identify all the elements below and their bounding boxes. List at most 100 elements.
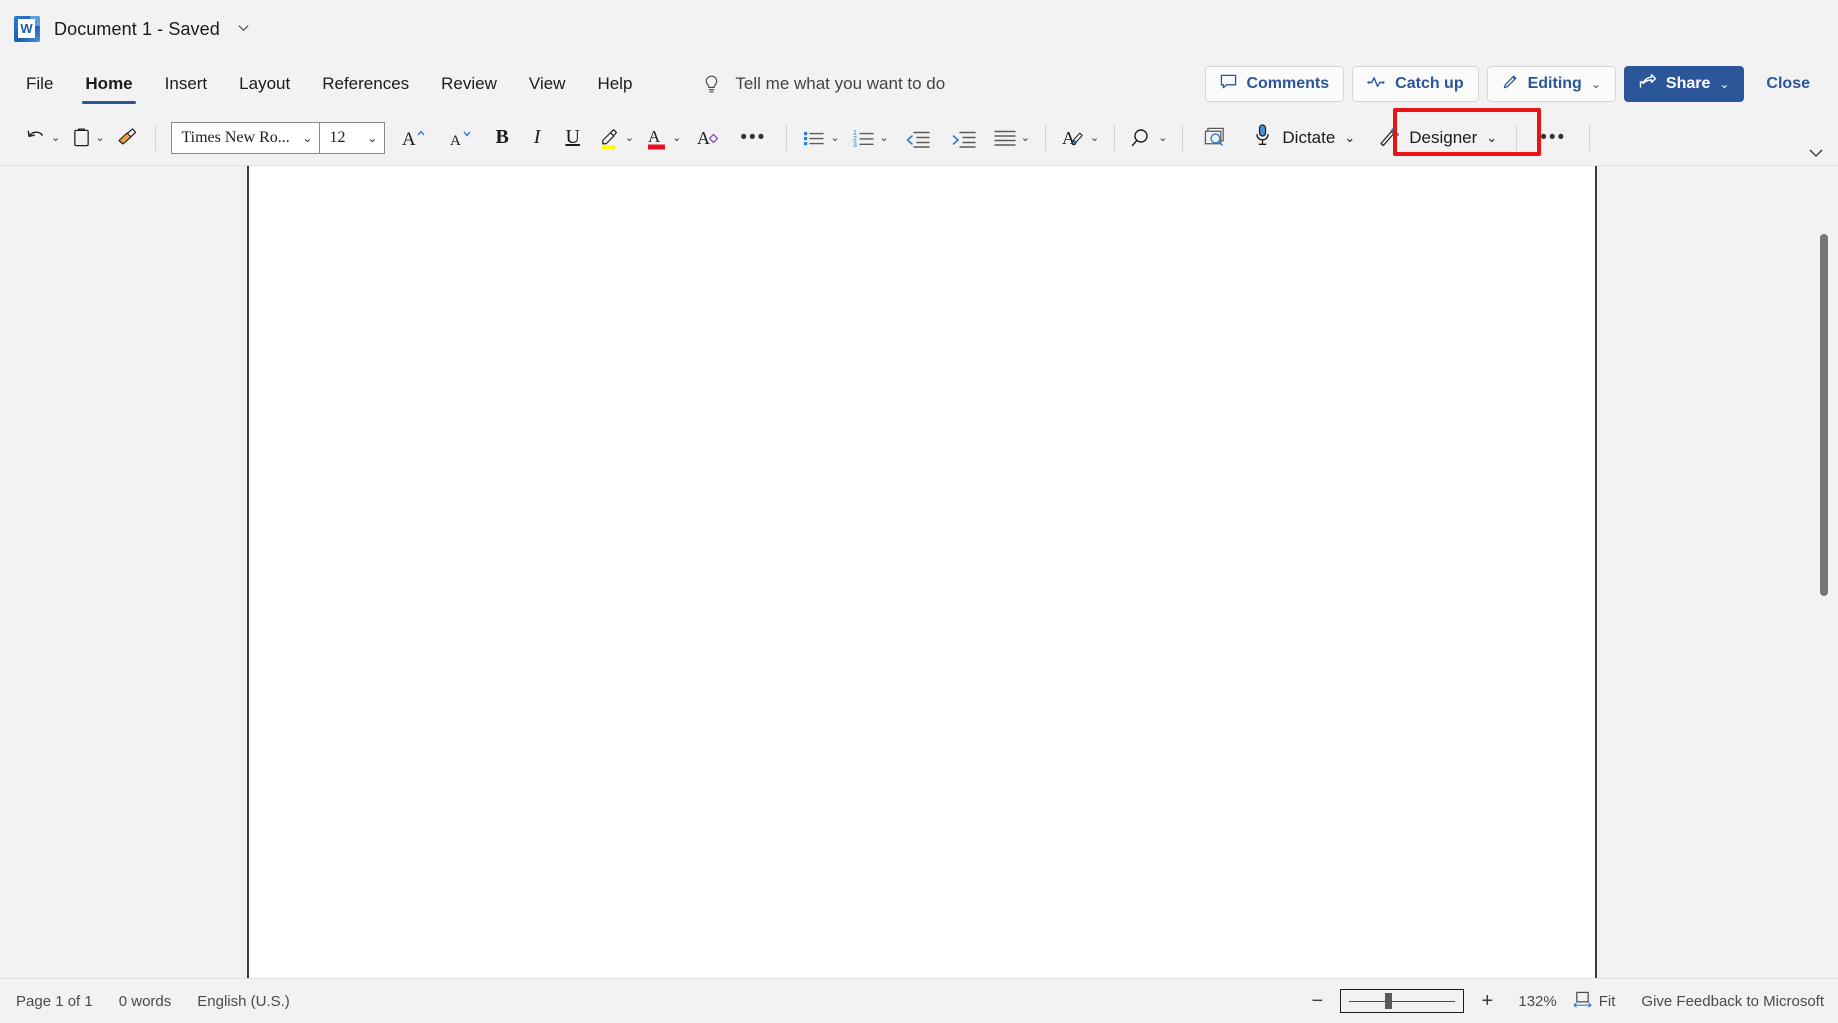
- format-painter-button[interactable]: [110, 119, 146, 157]
- zoom-level[interactable]: 132%: [1518, 993, 1556, 1010]
- chevron-down-icon: ⌄: [1089, 132, 1100, 144]
- chevron-down-icon: ⌄: [1344, 129, 1356, 145]
- bold-button[interactable]: B: [483, 119, 520, 157]
- ribbon-separator: [1114, 124, 1116, 151]
- ribbon-separator: [1516, 124, 1518, 151]
- designer-label: Designer: [1409, 127, 1478, 147]
- tab-review[interactable]: Review: [425, 58, 513, 110]
- ribbon-separator: [1044, 124, 1046, 151]
- svg-text:A: A: [697, 128, 710, 148]
- tab-references[interactable]: References: [306, 58, 425, 110]
- zoom-in-button[interactable]: +: [1470, 991, 1504, 1011]
- find-button[interactable]: ⌄: [1124, 119, 1173, 157]
- logo-letter: W: [18, 19, 35, 38]
- comments-button[interactable]: Comments: [1205, 66, 1345, 102]
- format-painter-icon: [118, 127, 137, 145]
- font-color-button[interactable]: A ⌄: [640, 119, 687, 157]
- title-bar: W Document 1 - Saved: [0, 0, 1838, 58]
- italic-button[interactable]: I: [521, 119, 554, 157]
- designer-wand-icon: [1378, 124, 1400, 152]
- svg-text:A: A: [450, 133, 461, 149]
- bullets-button[interactable]: ⌄: [796, 119, 845, 157]
- font-controls: Times New Ro... ⌄ 12 ⌄: [171, 121, 386, 154]
- tab-view[interactable]: View: [513, 58, 582, 110]
- decrease-indent-button[interactable]: [895, 119, 941, 157]
- font-name-value: Times New Ro...: [181, 128, 290, 146]
- font-color-icon: A: [648, 127, 666, 149]
- search-icon: [1131, 128, 1148, 146]
- undo-button[interactable]: ⌄: [18, 119, 66, 157]
- tab-help[interactable]: Help: [581, 58, 648, 110]
- styles-button[interactable]: A ⌄: [1055, 119, 1105, 157]
- page-count[interactable]: Page 1 of 1: [16, 993, 93, 1010]
- shrink-font-button[interactable]: A: [437, 119, 483, 157]
- chevron-down-icon[interactable]: [236, 20, 251, 38]
- numbering-button[interactable]: 1 2 3 ⌄: [846, 119, 895, 157]
- share-glyph: [1639, 74, 1657, 88]
- decrease-indent-icon: [906, 131, 930, 148]
- share-icon: [1639, 73, 1657, 95]
- ribbon-overflow-button[interactable]: •••: [1526, 119, 1580, 157]
- tab-layout[interactable]: Layout: [223, 58, 306, 110]
- bold-label: B: [495, 126, 509, 148]
- shrink-font-icon: A: [450, 131, 471, 149]
- grow-font-icon: A: [402, 129, 425, 150]
- dictate-label: Dictate: [1282, 127, 1336, 147]
- underline-button[interactable]: U: [553, 119, 591, 157]
- zoom-slider[interactable]: [1340, 989, 1465, 1013]
- increase-indent-button[interactable]: [941, 119, 987, 157]
- chevron-down-icon: ⌄: [1158, 132, 1168, 144]
- designer-button[interactable]: Designer ⌄: [1368, 118, 1507, 158]
- ribbon-separator: [1182, 124, 1184, 151]
- alignment-button[interactable]: ⌄: [987, 119, 1036, 157]
- tab-insert[interactable]: Insert: [149, 58, 224, 110]
- catch-up-button[interactable]: Catch up: [1352, 66, 1479, 102]
- chevron-down-icon: ⌄: [1486, 129, 1498, 145]
- clear-formatting-button[interactable]: A: [687, 119, 729, 157]
- tab-file[interactable]: File: [10, 58, 69, 110]
- word-logo-icon[interactable]: W: [14, 16, 40, 42]
- scrollbar-thumb[interactable]: [1820, 234, 1828, 596]
- font-size-input[interactable]: 12 ⌄: [320, 123, 384, 153]
- tab-insert-label: Insert: [164, 74, 208, 93]
- dictate-button[interactable]: Dictate ⌄: [1239, 117, 1369, 158]
- more-font-options-button[interactable]: •••: [729, 119, 777, 157]
- tell-me-label: Tell me what you want to do: [735, 74, 946, 93]
- language-indicator[interactable]: English (U.S.): [197, 993, 290, 1010]
- ellipsis-icon: •••: [740, 127, 767, 148]
- lightbulb-glyph: [706, 75, 718, 92]
- chevron-down-icon: ⌄: [879, 132, 889, 144]
- share-button[interactable]: Share ⌄: [1623, 66, 1745, 102]
- vertical-scrollbar[interactable]: [1818, 170, 1830, 974]
- document-text[interactable]: [249, 166, 1595, 262]
- editing-mode-button[interactable]: Editing ⌄: [1486, 66, 1616, 102]
- tab-home[interactable]: Home: [69, 58, 148, 110]
- close-button[interactable]: Close: [1752, 66, 1824, 102]
- document-page[interactable]: [247, 166, 1597, 978]
- chevron-down-icon: ⌄: [672, 132, 682, 144]
- paste-button[interactable]: ⌄: [66, 119, 110, 157]
- pencil-icon: [1502, 73, 1519, 95]
- feedback-link[interactable]: Give Feedback to Microsoft: [1641, 993, 1824, 1010]
- comment-glyph: [1221, 74, 1237, 89]
- text-highlight-button[interactable]: ⌄: [592, 119, 640, 157]
- align-icon: [994, 130, 1016, 146]
- numbered-list-icon: 1 2 3: [853, 130, 874, 149]
- svg-text:A: A: [648, 127, 661, 146]
- bullet-list-icon: [804, 131, 825, 145]
- text-highlight-icon: [601, 128, 617, 149]
- ribbon-toolbar: ⌄ ⌄ Times New Ro... ⌄ 12 ⌄ A A B I U ⌄ A…: [0, 110, 1838, 166]
- editor-button[interactable]: [1192, 119, 1239, 157]
- collapse-ribbon-button[interactable]: [1808, 146, 1824, 163]
- chevron-down-icon: ⌄: [1020, 132, 1030, 144]
- tell-me-search[interactable]: Tell me what you want to do: [702, 58, 945, 110]
- grow-font-button[interactable]: A: [391, 119, 437, 157]
- clear-formatting-icon: A: [697, 128, 719, 148]
- zoom-out-button[interactable]: −: [1300, 991, 1334, 1011]
- font-name-input[interactable]: Times New Ro... ⌄: [172, 122, 321, 153]
- microphone-icon: [1252, 123, 1273, 152]
- fit-width-button[interactable]: Fit: [1573, 991, 1615, 1012]
- styles-icon: A: [1062, 127, 1083, 147]
- zoom-slider-knob[interactable]: [1385, 993, 1393, 1009]
- word-count[interactable]: 0 words: [119, 993, 172, 1010]
